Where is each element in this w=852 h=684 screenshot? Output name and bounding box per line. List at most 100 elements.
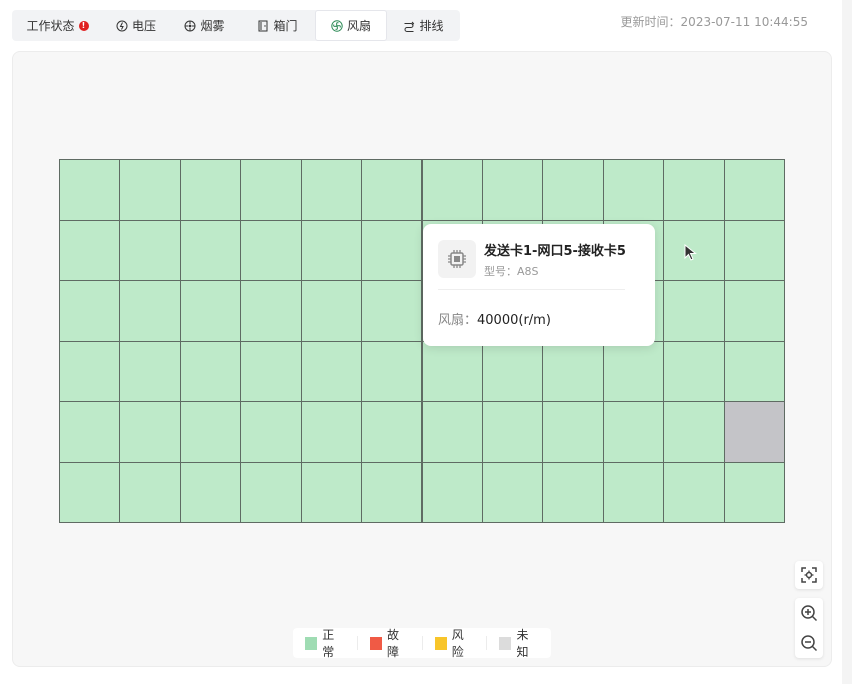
cabinet-cell[interactable] — [602, 340, 665, 402]
cabinet-cell[interactable] — [300, 461, 363, 523]
cabinet-cell[interactable] — [240, 340, 302, 402]
cabinet-cell[interactable] — [602, 461, 665, 523]
cabinet-cell[interactable] — [59, 280, 121, 342]
cabinet-cell[interactable] — [421, 340, 483, 402]
cabinet-cell[interactable] — [59, 401, 121, 463]
cabinet-cell[interactable] — [300, 219, 363, 281]
cabinet-cell[interactable] — [361, 461, 423, 523]
cabinet-cell[interactable] — [361, 340, 423, 402]
cabinet-cell[interactable] — [59, 461, 121, 523]
fit-view-button[interactable] — [795, 561, 823, 589]
cabinet-cell[interactable] — [421, 159, 483, 221]
cabinet-cell[interactable] — [59, 340, 121, 402]
cabinet-cell[interactable] — [179, 401, 242, 463]
cabinet-cell[interactable] — [542, 159, 604, 221]
cabinet-cell[interactable] — [119, 159, 181, 221]
tab-smoke[interactable]: 烟雾 — [169, 10, 240, 41]
legend-swatch — [305, 636, 318, 650]
tab-door[interactable]: 箱门 — [240, 10, 315, 41]
tab-label: 排线 — [419, 19, 444, 33]
tab-label: 风扇 — [346, 19, 371, 33]
zoom-in-icon — [801, 605, 818, 622]
cabinet-cell[interactable] — [300, 159, 363, 221]
cabinet-cell[interactable] — [179, 219, 242, 281]
tab-work-status[interactable]: 工作状态 ! — [12, 10, 103, 41]
tab-voltage[interactable]: 电压 — [103, 10, 169, 41]
cable-icon — [404, 21, 415, 32]
cabinet-cell[interactable] — [361, 401, 423, 463]
tooltip-title: 发送卡1-网口5-接收卡5 — [484, 244, 626, 259]
alert-icon: ! — [78, 20, 89, 31]
tab-label: 电压 — [131, 19, 156, 33]
cabinet-cell[interactable] — [119, 401, 181, 463]
cabinet-cell[interactable] — [723, 219, 785, 281]
cabinet-cell[interactable] — [179, 159, 242, 221]
cabinet-cell[interactable] — [240, 461, 302, 523]
legend-label: 未知 — [516, 628, 529, 659]
cabinet-cell[interactable] — [542, 340, 604, 402]
tooltip-model: 型号：A8S — [484, 265, 539, 278]
cabinet-cell[interactable] — [240, 401, 302, 463]
cabinet-cell[interactable] — [723, 280, 785, 342]
zoom-out-button[interactable] — [795, 628, 823, 658]
cabinet-cell[interactable] — [602, 401, 665, 463]
cabinet-cell[interactable] — [663, 461, 725, 523]
cabinet-cell[interactable] — [481, 340, 544, 402]
smoke-icon — [184, 20, 196, 31]
page-edge — [842, 0, 852, 684]
cabinet-cell[interactable] — [361, 219, 423, 281]
cabinet-cell[interactable] — [481, 159, 544, 221]
fan-speed-value: 40000(r/m) — [477, 313, 551, 328]
cabinet-cell[interactable] — [240, 219, 302, 281]
cabinet-cell[interactable] — [542, 401, 604, 463]
cabinet-cell[interactable] — [663, 401, 725, 463]
tab-fan[interactable]: 风扇 — [315, 10, 387, 41]
legend-label: 风险 — [451, 628, 464, 659]
zoom-out-icon — [801, 635, 818, 652]
cabinet-cell[interactable] — [59, 159, 121, 221]
cabinet-cell[interactable] — [119, 461, 181, 523]
cabinet-cell[interactable] — [723, 159, 785, 221]
cabinet-cell[interactable] — [119, 280, 181, 342]
zoom-in-button[interactable] — [795, 598, 823, 628]
cabinet-cell[interactable] — [240, 159, 302, 221]
cabinet-cell[interactable] — [542, 461, 604, 523]
cabinet-cell[interactable] — [602, 159, 665, 221]
cabinet-cell[interactable] — [119, 340, 181, 402]
cabinet-cell[interactable] — [481, 461, 544, 523]
fan-speed-label: 风扇： — [438, 313, 478, 328]
cabinet-cell[interactable] — [421, 401, 483, 463]
legend-label: 故障 — [386, 628, 399, 659]
tab-cable[interactable]: 排线 — [387, 10, 460, 41]
update-time: 更新时间：2023-07-11 10:44:55 — [620, 15, 808, 29]
cabinet-cell[interactable] — [300, 340, 363, 402]
cabinet-cell[interactable] — [119, 219, 181, 281]
legend-swatch — [499, 636, 512, 650]
cabinet-cell[interactable] — [421, 461, 483, 523]
cabinet-cell[interactable] — [663, 280, 725, 342]
cabinet-cell[interactable] — [179, 280, 242, 342]
cabinet-cell[interactable] — [723, 461, 785, 523]
status-legend: 正常 故障 风险 未知 — [293, 628, 551, 659]
chip-icon — [438, 240, 476, 278]
tab-label: 箱门 — [273, 19, 298, 33]
cabinet-cell[interactable] — [300, 280, 363, 342]
cabinet-cell[interactable] — [300, 401, 363, 463]
zoom-controls — [795, 598, 823, 658]
cabinet-cell[interactable] — [59, 219, 121, 281]
legend-unknown: 未知 — [499, 628, 551, 659]
cabinet-cell[interactable] — [240, 280, 302, 342]
cabinet-cell[interactable] — [723, 401, 785, 463]
legend-swatch — [434, 636, 447, 650]
cabinet-grid — [59, 159, 785, 523]
cabinet-cell[interactable] — [723, 340, 785, 402]
cabinet-cell[interactable] — [481, 401, 544, 463]
legend-normal: 正常 — [305, 628, 358, 659]
cabinet-cell[interactable] — [361, 280, 423, 342]
cabinet-cell[interactable] — [179, 340, 242, 402]
cabinet-cell[interactable] — [179, 461, 242, 523]
cabinet-cell[interactable] — [663, 340, 725, 402]
fit-view-icon — [801, 567, 817, 583]
cabinet-cell[interactable] — [361, 159, 423, 221]
cabinet-cell[interactable] — [663, 159, 725, 221]
